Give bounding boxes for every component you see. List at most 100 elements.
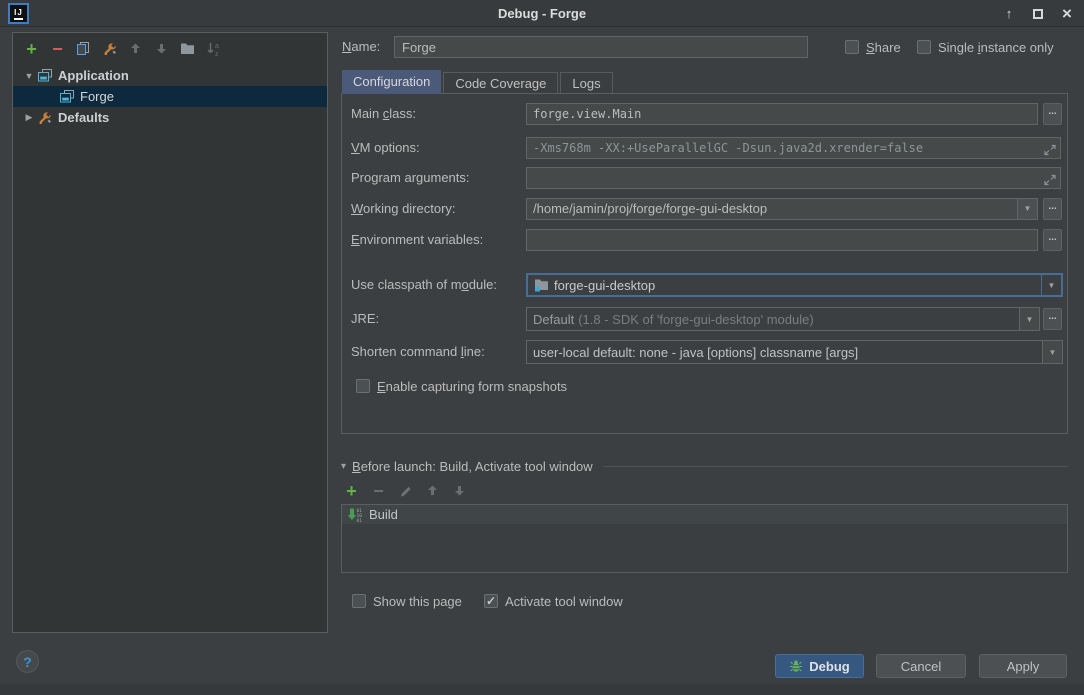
section-divider bbox=[603, 466, 1068, 467]
activate-tool-window-checkbox[interactable]: ✓ Activate tool window bbox=[484, 590, 623, 612]
module-combobox[interactable]: forge-gui-desktop ▼ bbox=[526, 273, 1063, 297]
window-bottom-edge bbox=[0, 684, 1084, 695]
jre-combobox[interactable]: Default (1.8 - SDK of 'forge-gui-desktop… bbox=[526, 307, 1040, 331]
vm-options-field[interactable]: -Xms768m -XX:+UseParallelGC -Dsun.java2d… bbox=[526, 137, 1061, 159]
close-window-button[interactable]: × bbox=[1056, 3, 1078, 25]
copy-icon bbox=[76, 41, 91, 57]
configuration-tab-panel: Main class: forge.view.Main ... VM optio… bbox=[341, 93, 1068, 434]
run-debug-configurations-dialog: IJ Debug - Forge ↑ × + − bbox=[0, 0, 1084, 695]
arrow-up-icon bbox=[128, 41, 143, 56]
help-icon: ? bbox=[23, 654, 32, 670]
tab-logs[interactable]: Logs bbox=[560, 72, 612, 94]
browse-ellipsis-icon: ... bbox=[1048, 234, 1056, 242]
single-instance-checkbox[interactable]: Single instance only bbox=[917, 36, 1054, 58]
activate-tool-window-label: Activate tool window bbox=[505, 594, 623, 609]
working-directory-dropdown[interactable]: ▼ bbox=[1017, 199, 1037, 219]
cancel-button[interactable]: Cancel bbox=[876, 654, 966, 678]
environment-variables-field[interactable] bbox=[526, 229, 1038, 251]
main-class-label: Main class: bbox=[351, 103, 416, 125]
application-icon bbox=[37, 68, 54, 84]
show-this-page-label: Show this page bbox=[373, 594, 462, 609]
single-instance-label: Single instance only bbox=[938, 40, 1054, 55]
show-this-page-checkbox[interactable]: Show this page bbox=[352, 590, 462, 612]
module-icon bbox=[534, 278, 549, 292]
svg-text:z: z bbox=[215, 51, 219, 57]
share-checkbox[interactable]: Share bbox=[845, 36, 901, 58]
move-down-button[interactable] bbox=[153, 40, 170, 57]
maximize-window-button[interactable] bbox=[1027, 3, 1049, 25]
before-launch-section-header[interactable]: ▾ Before launch: Build, Activate tool wi… bbox=[341, 459, 1068, 474]
share-label: Share bbox=[866, 40, 901, 55]
tree-node-application[interactable]: ▼ Application bbox=[13, 65, 327, 86]
chevron-down-icon: ▼ bbox=[1024, 199, 1032, 219]
module-dropdown[interactable]: ▼ bbox=[1041, 275, 1061, 295]
expand-field-icon[interactable] bbox=[1044, 172, 1056, 189]
edit-task-button[interactable] bbox=[397, 482, 414, 499]
module-label: Use classpath of module: bbox=[351, 274, 497, 296]
form-snapshots-checkbox[interactable]: Enable capturing form snapshots bbox=[356, 375, 567, 397]
tree-node-label: Defaults bbox=[58, 110, 109, 125]
section-collapse-icon[interactable]: ▾ bbox=[341, 461, 346, 472]
remove-task-button[interactable]: − bbox=[370, 482, 387, 499]
tree-node-forge[interactable]: Forge bbox=[13, 86, 327, 107]
tab-code-coverage[interactable]: Code Coverage bbox=[443, 72, 558, 94]
arrow-down-icon bbox=[154, 41, 169, 56]
main-class-field[interactable]: forge.view.Main bbox=[526, 103, 1038, 125]
debug-button[interactable]: Debug bbox=[775, 654, 864, 678]
move-up-button[interactable] bbox=[127, 40, 144, 57]
edit-defaults-button[interactable] bbox=[101, 40, 118, 57]
add-configuration-button[interactable]: + bbox=[23, 40, 40, 57]
before-launch-title: Before launch: Build, Activate tool wind… bbox=[352, 459, 593, 474]
chevron-down-icon: ▼ bbox=[1048, 281, 1056, 290]
environment-variables-browse-button[interactable]: ... bbox=[1043, 229, 1062, 251]
sort-alpha-icon: a z bbox=[206, 41, 222, 57]
program-arguments-field[interactable] bbox=[526, 167, 1061, 189]
expand-field-icon[interactable] bbox=[1044, 142, 1056, 159]
browse-ellipsis-icon: ... bbox=[1048, 108, 1056, 116]
copy-configuration-button[interactable] bbox=[75, 40, 92, 57]
check-icon: ✓ bbox=[486, 595, 496, 607]
browse-ellipsis-icon: ... bbox=[1048, 313, 1056, 321]
add-icon: + bbox=[26, 42, 37, 56]
working-directory-browse-button[interactable]: ... bbox=[1043, 198, 1062, 220]
jre-browse-button[interactable]: ... bbox=[1043, 308, 1062, 330]
create-folder-button[interactable] bbox=[179, 40, 196, 57]
jre-dropdown[interactable]: ▼ bbox=[1019, 308, 1039, 330]
name-input[interactable] bbox=[394, 36, 808, 58]
task-item-build[interactable]: 01 10 01 Build bbox=[342, 505, 1067, 524]
chevron-down-icon: ▼ bbox=[1049, 348, 1057, 357]
shorten-command-line-dropdown[interactable]: ▼ bbox=[1042, 341, 1062, 363]
maximize-icon bbox=[1033, 9, 1043, 19]
vm-options-label: VM options: bbox=[351, 137, 420, 159]
arrow-down-icon bbox=[452, 483, 467, 498]
checkbox-box bbox=[352, 594, 366, 608]
add-task-button[interactable]: + bbox=[343, 482, 360, 499]
sort-configurations-button[interactable]: a z bbox=[205, 40, 222, 57]
main-class-browse-button[interactable]: ... bbox=[1043, 103, 1062, 125]
tree-expanded-icon[interactable]: ▼ bbox=[21, 71, 37, 81]
arrow-up-icon bbox=[425, 483, 440, 498]
working-directory-label: Working directory: bbox=[351, 198, 456, 220]
tree-toolbar: + − bbox=[13, 33, 327, 63]
jre-value: Default bbox=[533, 312, 574, 327]
remove-configuration-button[interactable]: − bbox=[49, 40, 66, 57]
add-icon: + bbox=[346, 484, 357, 498]
help-button[interactable]: ? bbox=[16, 650, 39, 673]
close-icon: × bbox=[1062, 4, 1072, 24]
jre-value-detail: (1.8 - SDK of 'forge-gui-desktop' module… bbox=[578, 312, 813, 327]
remove-icon: − bbox=[373, 484, 384, 498]
window-controls: ↑ × bbox=[998, 0, 1078, 27]
configurations-tree: ▼ Application bbox=[13, 65, 327, 128]
move-task-down-button[interactable] bbox=[451, 482, 468, 499]
tree-node-defaults[interactable]: ▶ Defaults bbox=[13, 107, 327, 128]
tree-collapsed-icon[interactable]: ▶ bbox=[21, 112, 37, 123]
remove-icon: − bbox=[52, 42, 63, 56]
before-launch-toolbar: + − bbox=[343, 482, 468, 499]
working-directory-field[interactable]: /home/jamin/proj/forge/forge-gui-desktop… bbox=[526, 198, 1038, 220]
tab-configuration[interactable]: Configuration bbox=[342, 70, 441, 94]
apply-button[interactable]: Apply bbox=[979, 654, 1067, 678]
shade-window-button[interactable]: ↑ bbox=[998, 3, 1020, 25]
move-task-up-button[interactable] bbox=[424, 482, 441, 499]
application-icon bbox=[59, 89, 76, 105]
shorten-command-line-combobox[interactable]: user-local default: none - java [options… bbox=[526, 340, 1063, 364]
